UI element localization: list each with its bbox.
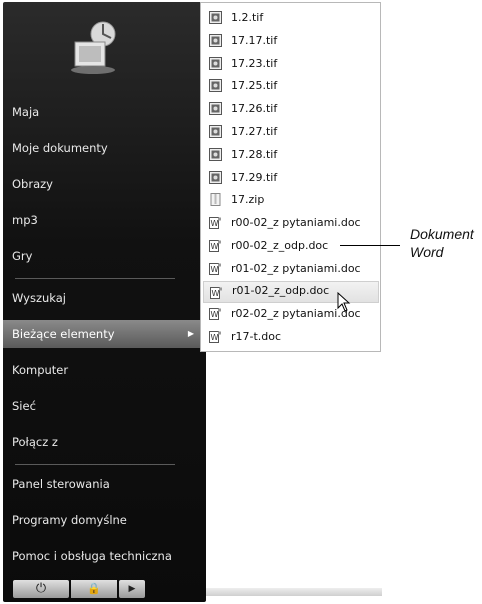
recent-item[interactable]: 17.zip bbox=[203, 189, 379, 211]
image-file-icon bbox=[209, 102, 222, 116]
menu-item-label: Panel sterowania bbox=[12, 477, 110, 491]
word-file-icon: W bbox=[210, 286, 222, 299]
menu-item-search[interactable]: Wyszukaj bbox=[3, 284, 206, 312]
menu-item-label: mp3 bbox=[12, 213, 38, 227]
image-file-icon bbox=[209, 147, 222, 161]
power-icon: ⏻ bbox=[35, 581, 47, 596]
annotation-label: Dokument Word bbox=[410, 225, 474, 261]
svg-text:W: W bbox=[211, 219, 219, 228]
recent-item[interactable]: 17.26.tif bbox=[203, 98, 379, 120]
menu-item-label: Bieżące elementy bbox=[12, 327, 115, 341]
recent-item[interactable]: Wr00-02_z_odp.doc bbox=[203, 235, 379, 257]
image-file-icon bbox=[209, 11, 222, 24]
recent-item[interactable]: 17.17.tif bbox=[203, 30, 379, 52]
menu-item-label: Wyszukaj bbox=[12, 291, 66, 305]
recent-item[interactable]: 17.23.tif bbox=[203, 53, 379, 75]
menu-item-help-support[interactable]: Pomoc i obsługa techniczna bbox=[3, 542, 206, 570]
recent-item[interactable]: 17.25.tif bbox=[203, 75, 379, 97]
mouse-cursor-icon bbox=[337, 292, 351, 312]
recent-item-label: 17.29.tif bbox=[231, 170, 278, 184]
recent-item[interactable]: 17.28.tif bbox=[203, 144, 379, 166]
menu-divider bbox=[15, 464, 175, 465]
menu-item-label: Komputer bbox=[12, 363, 69, 377]
menu-divider bbox=[15, 278, 175, 279]
power-bar: ⏻ 🔒 ▶ bbox=[13, 580, 145, 598]
recent-item[interactable]: Wr01-02_z pytaniami.doc bbox=[203, 258, 379, 280]
recent-item-label: 17.27.tif bbox=[231, 125, 278, 138]
menu-item-label: Programy domyślne bbox=[12, 513, 127, 527]
menu-item-mp3[interactable]: mp3 bbox=[3, 206, 206, 234]
menu-item-connect-to[interactable]: Połącz z bbox=[3, 428, 206, 456]
word-file-icon: W bbox=[209, 262, 221, 275]
recent-item[interactable]: 1.2.tif bbox=[203, 7, 379, 29]
menu-item-pictures[interactable]: Obrazy bbox=[3, 170, 206, 198]
svg-text:W: W bbox=[211, 333, 219, 342]
recent-item-label: 17.23.tif bbox=[231, 56, 278, 70]
recent-item-label: 17.17.tif bbox=[231, 33, 278, 47]
zip-file-icon bbox=[210, 193, 221, 207]
recent-item-label: 17.26.tif bbox=[231, 102, 278, 116]
menu-item-label: Moje dokumenty bbox=[12, 141, 108, 155]
recent-item-label: r00-02_z_odp.doc bbox=[231, 239, 329, 252]
recent-item-label: 17.zip bbox=[231, 193, 265, 207]
recent-item[interactable]: 17.27.tif bbox=[203, 121, 379, 143]
recent-item[interactable]: Wr00-02_z pytaniami.doc bbox=[203, 212, 379, 234]
svg-text:W: W bbox=[212, 289, 220, 298]
user-picture-icon[interactable] bbox=[65, 18, 123, 76]
menu-item-label: Pomoc i obsługa techniczna bbox=[12, 549, 172, 563]
svg-text:W: W bbox=[211, 265, 219, 274]
taskbar-fragment bbox=[206, 588, 382, 596]
image-file-icon bbox=[209, 33, 222, 47]
menu-item-documents[interactable]: Moje dokumenty bbox=[3, 134, 206, 162]
recent-item[interactable]: 17.29.tif bbox=[203, 167, 379, 189]
power-button[interactable]: ⏻ bbox=[13, 580, 69, 598]
recent-item[interactable]: Wr17-t.doc bbox=[203, 326, 379, 348]
recent-item[interactable]: Wr01-02_z_odp.doc bbox=[203, 280, 379, 303]
recent-item-label: 17.28.tif bbox=[231, 147, 278, 161]
word-file-icon: W bbox=[209, 217, 221, 230]
recent-items-submenu: 1.2.tif 17.17.tif 17.23.tif 17.25.tif 17.26.… bbox=[200, 2, 381, 352]
lock-button[interactable]: 🔒 bbox=[71, 580, 117, 598]
annotation-line bbox=[340, 245, 400, 246]
recent-item-label: r01-02_z_odp.doc bbox=[232, 283, 330, 297]
image-file-icon bbox=[209, 79, 222, 93]
shutdown-options-button[interactable]: ▶ bbox=[119, 580, 145, 598]
recent-item-label: 1.2.tif bbox=[231, 11, 264, 24]
svg-text:W: W bbox=[211, 310, 219, 319]
annotation-line2: Word bbox=[410, 244, 444, 260]
start-menu-panel: Maja Moje dokumenty Obrazy mp3 Gry Wyszu… bbox=[3, 2, 206, 602]
menu-item-label: Obrazy bbox=[12, 177, 53, 191]
menu-item-label: Maja bbox=[12, 105, 40, 119]
menu-item-label: Połącz z bbox=[12, 435, 58, 449]
recent-item-label: r01-02_z pytaniami.doc bbox=[231, 261, 361, 275]
lock-icon: 🔒 bbox=[87, 582, 101, 595]
recent-item-label: 17.25.tif bbox=[231, 79, 278, 93]
annotation-line1: Dokument bbox=[410, 226, 474, 242]
word-file-icon: W bbox=[209, 331, 221, 344]
svg-text:W: W bbox=[211, 242, 219, 251]
menu-item-user[interactable]: Maja bbox=[3, 98, 206, 126]
menu-item-recent-items[interactable]: Bieżące elementy ▶ bbox=[3, 320, 206, 348]
recent-item-label: r17-t.doc bbox=[231, 330, 282, 344]
menu-item-label: Sieć bbox=[12, 399, 36, 413]
recent-item[interactable]: Wr02-02_z pytaniami.doc bbox=[203, 303, 379, 325]
menu-item-label: Gry bbox=[12, 249, 33, 263]
recent-item-label: r00-02_z pytaniami.doc bbox=[231, 216, 361, 230]
menu-item-default-programs[interactable]: Programy domyślne bbox=[3, 506, 206, 534]
arrow-right-icon: ▶ bbox=[128, 584, 136, 594]
image-file-icon bbox=[209, 125, 222, 138]
menu-item-control-panel[interactable]: Panel sterowania bbox=[3, 470, 206, 498]
image-file-icon bbox=[209, 56, 222, 70]
submenu-arrow-icon: ▶ bbox=[187, 329, 194, 338]
word-file-icon: W bbox=[209, 308, 221, 321]
word-file-icon: W bbox=[209, 240, 221, 252]
menu-item-computer[interactable]: Komputer bbox=[3, 356, 206, 384]
menu-item-games[interactable]: Gry bbox=[3, 242, 206, 270]
menu-item-network[interactable]: Sieć bbox=[3, 392, 206, 420]
image-file-icon bbox=[209, 170, 222, 184]
